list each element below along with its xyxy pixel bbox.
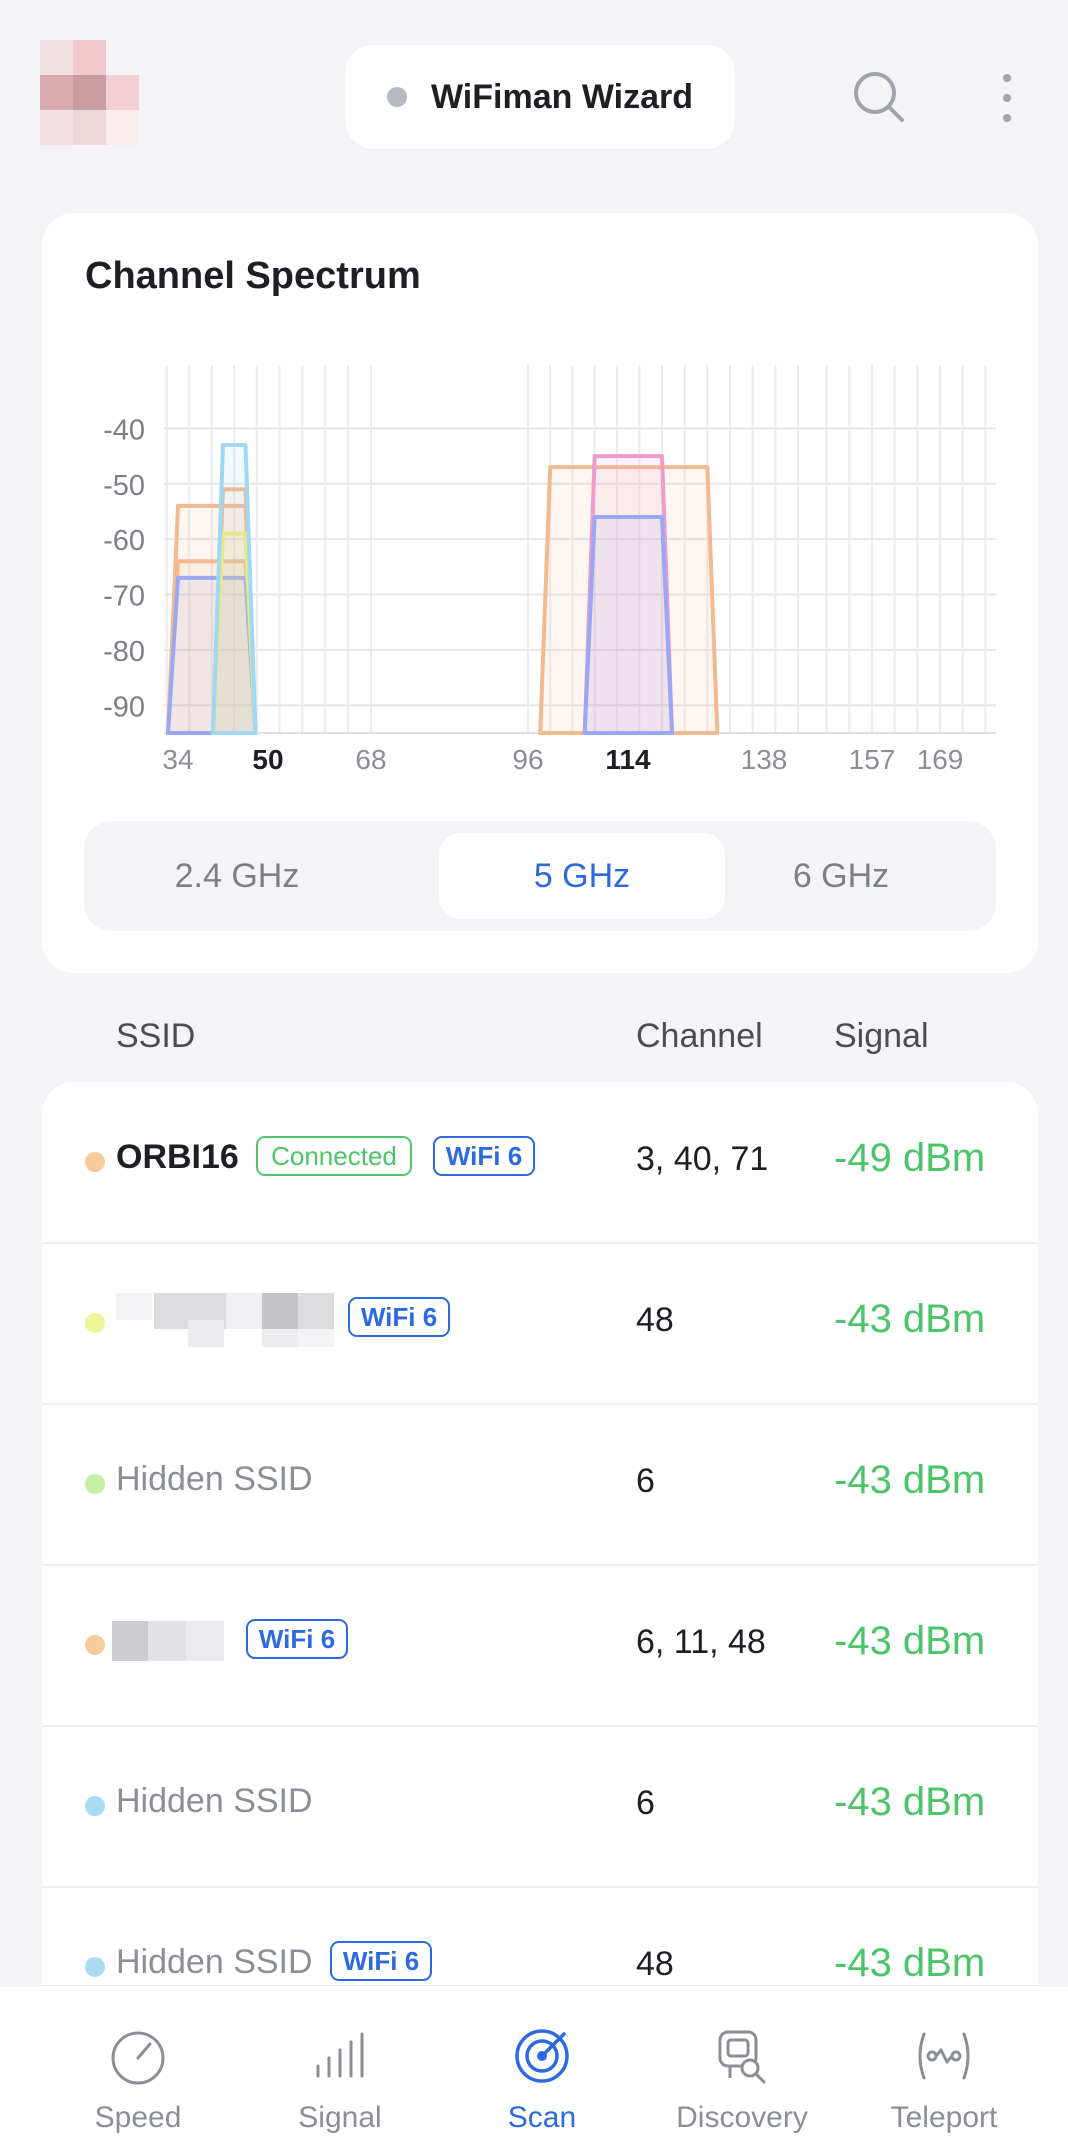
channel-value: 6 [636, 1784, 655, 1822]
network-list: ORBI16 Connected WiFi 6 3, 40, 71 -49 dB… [42, 1082, 1038, 2142]
ssid-label: Hidden SSID [116, 1943, 313, 1981]
redacted-ssid [116, 1293, 376, 1347]
tab-signal[interactable]: Signal [250, 1986, 430, 2154]
y-tick-label: -50 [103, 470, 145, 502]
x-tick-label: 157 [849, 744, 896, 775]
wizard-title: WiFiman Wizard [431, 77, 693, 116]
y-tick-label: -60 [103, 525, 145, 557]
x-tick-label: 169 [917, 744, 964, 775]
top-bar: WiFiman Wizard [0, 0, 1068, 200]
band-2-4ghz-tab[interactable]: 2.4 GHz [94, 833, 380, 919]
ssid-label: ORBI16 [116, 1138, 239, 1176]
tab-label: Signal [298, 2101, 382, 2134]
network-row[interactable]: WiFi 6 48 -43 dBm [42, 1243, 1038, 1405]
wifi6-badge: WiFi 6 [246, 1619, 348, 1659]
channel-spectrum-card: Channel Spectrum -40 -50 -60 -70 -80 -90 34 50 6… [42, 213, 1038, 973]
tab-label: Teleport [890, 2101, 998, 2134]
tab-scan[interactable]: Scan [452, 1986, 632, 2154]
channel-column-header[interactable]: Channel [636, 1017, 763, 1056]
bottom-tab-bar: Speed Signal Scan Discovery Teleport [0, 1985, 1068, 2154]
redacted-ssid [112, 1621, 224, 1661]
band-selector: 2.4 GHz 5 GHz 6 GHz [84, 821, 996, 931]
network-color-dot [85, 1313, 105, 1333]
ssid-label: Hidden SSID [116, 1460, 313, 1498]
tab-label: Discovery [676, 2101, 808, 2134]
network-row[interactable]: Hidden SSID 6 -43 dBm [42, 1726, 1038, 1888]
radar-icon [515, 2029, 569, 2083]
channel-spectrum-chart: -40 -50 -60 -70 -80 -90 34 50 68 96 114 138 157 169 [103, 365, 996, 775]
wizard-button[interactable]: WiFiman Wizard [345, 45, 735, 149]
signal-value: -43 dBm [834, 1458, 986, 1502]
channel-value: 6 [636, 1462, 655, 1500]
signal-value: -43 dBm [834, 1941, 986, 1985]
band-5ghz-tab[interactable]: 5 GHz [439, 833, 725, 919]
avatar[interactable] [40, 40, 139, 146]
y-tick-label: -80 [103, 636, 145, 668]
wifi6-badge: WiFi 6 [330, 1941, 432, 1981]
x-tick-label: 96 [512, 744, 543, 775]
ssid-label: Hidden SSID [116, 1782, 313, 1820]
x-tick-label: 34 [162, 744, 193, 775]
wifi6-badge: WiFi 6 [433, 1136, 535, 1176]
y-tick-label: -90 [103, 691, 145, 723]
teleport-icon [918, 2032, 970, 2080]
network-color-dot [85, 1152, 105, 1172]
band-6ghz-tab[interactable]: 6 GHz [698, 833, 984, 919]
list-header: SSID Channel Signal [0, 1005, 1068, 1075]
x-tick-label: 68 [355, 744, 386, 775]
signal-value: -43 dBm [834, 1297, 986, 1341]
tab-label: Scan [507, 2101, 577, 2134]
more-vertical-icon[interactable] [995, 70, 1019, 126]
tab-discovery[interactable]: Discovery [652, 1986, 832, 2154]
wifi6-badge: WiFi 6 [348, 1297, 450, 1337]
x-tick-label: 50 [252, 744, 283, 775]
connected-badge: Connected [256, 1136, 412, 1176]
tab-teleport[interactable]: Teleport [854, 1986, 1034, 2154]
discovery-icon [718, 2030, 766, 2084]
tab-label: Speed [94, 2101, 182, 2134]
network-row[interactable]: ORBI16 Connected WiFi 6 3, 40, 71 -49 dB… [42, 1082, 1038, 1244]
search-icon[interactable] [852, 70, 906, 124]
signal-value: -43 dBm [834, 1619, 986, 1663]
x-tick-label: 138 [741, 744, 788, 775]
network-row[interactable]: Hidden SSID 6 -43 dBm [42, 1404, 1038, 1566]
network-color-dot [85, 1474, 105, 1494]
network-color-dot [85, 1957, 105, 1977]
network-color-dot [85, 1635, 105, 1655]
signal-value: -43 dBm [834, 1780, 986, 1824]
y-tick-label: -40 [103, 414, 145, 446]
channel-spectrum-area [582, 515, 674, 735]
channel-value: 48 [636, 1301, 674, 1339]
status-dot [387, 87, 408, 107]
channel-value: 6, 11, 48 [636, 1623, 766, 1661]
channel-value: 48 [636, 1945, 674, 1983]
signal-column-header[interactable]: Signal [834, 1017, 929, 1056]
channel-value: 3, 40, 71 [636, 1140, 769, 1178]
signal-bars-icon [316, 2032, 364, 2078]
ssid-column-header[interactable]: SSID [116, 1017, 195, 1056]
x-tick-label: 114 [605, 744, 651, 775]
gauge-icon [111, 2031, 165, 2085]
tab-speed[interactable]: Speed [48, 1986, 228, 2154]
channel-spectrum-area [211, 443, 258, 735]
y-tick-label: -70 [103, 581, 145, 613]
network-color-dot [85, 1796, 105, 1816]
network-row[interactable]: WiFi 6 6, 11, 48 -43 dBm [42, 1565, 1038, 1727]
card-title: Channel Spectrum [85, 255, 421, 297]
signal-value: -49 dBm [834, 1136, 986, 1180]
